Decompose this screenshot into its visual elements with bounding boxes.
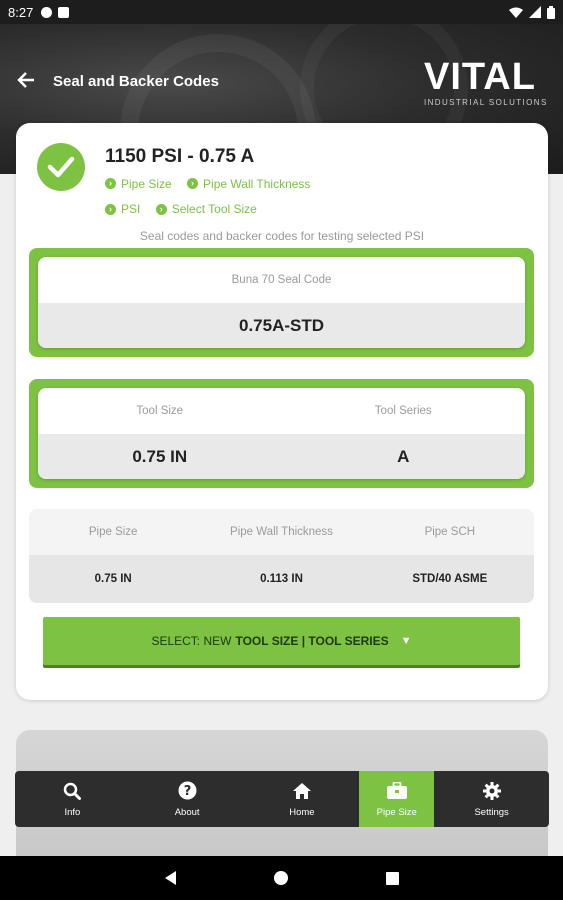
nav-back-icon[interactable] (164, 871, 176, 885)
result-subtitle: Seal codes and backer codes for testing … (139, 229, 425, 243)
breadcrumb: › Pipe Size › Pipe Wall Thickness › PSI › Se… (105, 175, 525, 226)
chevron-right-icon: › (105, 203, 116, 215)
tab-info[interactable]: Info (15, 771, 130, 827)
notification-icon (41, 6, 53, 18)
bottom-tab-bar: Info ? About Home Pipe Size Settings (15, 771, 549, 827)
status-bar: 8:27 (0, 0, 563, 24)
crumb-psi[interactable]: › PSI (105, 202, 140, 216)
sim-icon (58, 6, 70, 18)
result-title: 1150 PSI - 0.75 A (105, 146, 255, 167)
pipe-wall-value: 0.113 IN (260, 573, 303, 585)
tool-size-label: Tool Size (136, 405, 184, 417)
tool-size-value: 0.75 IN (132, 446, 188, 466)
tab-about[interactable]: ? About (130, 771, 245, 827)
screen-title: Seal and Backer Codes (53, 73, 219, 90)
wifi-icon (509, 7, 523, 18)
home-icon (292, 781, 312, 801)
select-button-prefix: SELECT: NEW (151, 634, 232, 648)
vital-logo: VITAL INDUSTRIAL SOLUTIONS (424, 56, 548, 107)
select-button-bold: TOOL SIZE | TOOL SERIES (235, 634, 389, 648)
pipe-size-value: 0.75 IN (94, 573, 132, 585)
pipe-sch-label: Pipe SCH (424, 526, 476, 538)
pipe-sch-value: STD/40 ASME (412, 573, 488, 585)
chevron-right-icon: › (155, 203, 167, 215)
arrow-left-icon (17, 72, 34, 88)
tool-panel: Tool Size Tool Series 0.75 IN A (29, 379, 534, 488)
tab-settings[interactable]: Settings (434, 771, 549, 827)
tab-home[interactable]: Home (245, 771, 360, 827)
nav-home-icon[interactable] (273, 871, 288, 885)
select-tool-button[interactable]: SELECT: NEW TOOL SIZE | TOOL SERIES ▼ (43, 617, 520, 665)
pipe-wall-label: Pipe Wall Thickness (230, 526, 333, 538)
crumb-pipe-wall-thickness[interactable]: › Pipe Wall Thickness (187, 177, 310, 191)
chevron-down-icon: ▼ (400, 635, 412, 647)
check-icon (37, 143, 85, 191)
crumb-select-tool-size[interactable]: › Select Tool Size (155, 202, 257, 216)
battery-icon (547, 5, 555, 19)
tab-pipe-size[interactable]: Pipe Size (359, 771, 435, 827)
tool-series-label: Tool Series (374, 405, 432, 417)
crumb-pipe-size[interactable]: › Pipe Size (105, 177, 172, 191)
pipe-panel: Pipe Size Pipe Wall Thickness Pipe SCH 0… (29, 509, 534, 603)
seal-code-label: Buna 70 Seal Code (231, 274, 332, 286)
results-card: 1150 PSI - 0.75 A › Pipe Size › Pipe Wall … (16, 123, 548, 700)
svg-text:?: ? (183, 784, 191, 799)
back-button[interactable] (16, 70, 40, 94)
signal-icon (529, 6, 541, 18)
chevron-right-icon: › (105, 178, 116, 189)
gear-icon (482, 781, 502, 801)
question-icon: ? (177, 781, 197, 801)
system-nav-bar (0, 856, 563, 900)
search-icon (62, 781, 82, 801)
tool-series-value: A (397, 446, 410, 466)
pipe-size-label: Pipe Size (88, 526, 138, 538)
chevron-right-icon: › (187, 178, 199, 189)
seal-code-panel: Buna 70 Seal Code 0.75A-STD (29, 248, 534, 357)
nav-recents-icon[interactable] (385, 871, 399, 885)
status-time: 8:27 (8, 4, 34, 20)
toolbox-icon (386, 781, 407, 801)
seal-code-value: 0.75A-STD (238, 315, 325, 335)
